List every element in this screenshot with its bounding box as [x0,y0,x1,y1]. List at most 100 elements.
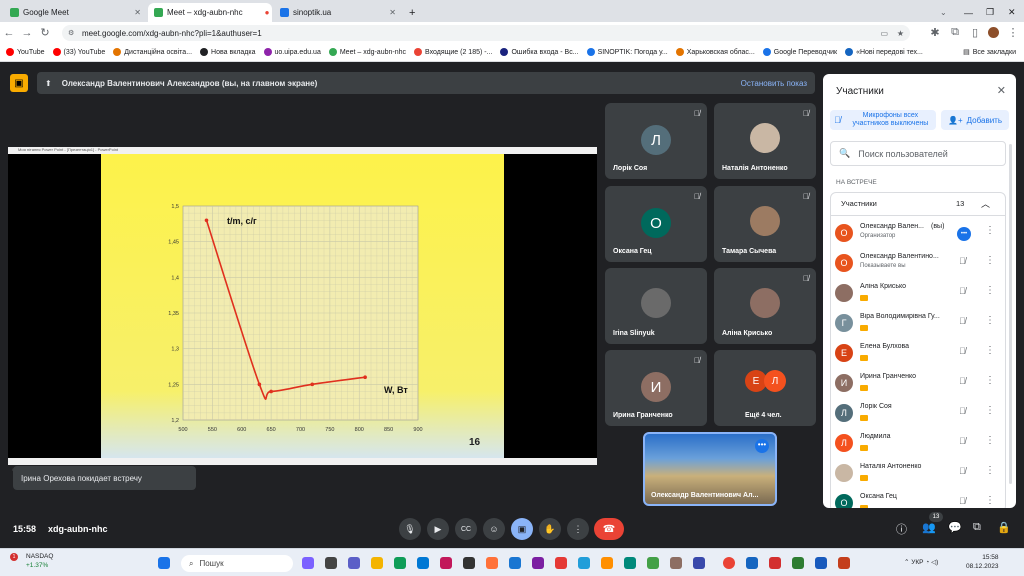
more-options-icon[interactable]: ⋮ [985,435,995,446]
participant-row[interactable]: Г Віра Володимирівна Гу... 🎙̸ ⋮ [831,309,1005,339]
chevron-up-icon[interactable]: ︿ [981,197,990,210]
maximize-button[interactable]: ❐ [980,3,1000,22]
more-options-icon[interactable]: ⋮ [567,518,589,540]
tab-sinoptik[interactable]: sinoptik.ua ✕ [274,3,402,22]
participant-row[interactable]: Е Елена Булхова 🎙̸ ⋮ [831,339,1005,369]
app-icon[interactable] [509,557,521,569]
reload-icon[interactable]: ↻ [36,26,54,39]
more-options-icon[interactable]: ⋮ [985,465,995,476]
sidepanel-icon[interactable]: ▯ [966,26,984,39]
close-icon[interactable]: ✕ [134,8,141,17]
bookmark-item[interactable]: Meet – xdg-aubn-nhc [328,48,406,56]
bookmark-item[interactable]: Дистанційна освіта... [113,48,192,56]
taskbar-search[interactable]: ⌕ Пошук [181,555,293,572]
task-view-icon[interactable] [325,557,337,569]
tab-meet-active[interactable]: Meet – xdg-aubn-nhc●✕ [148,3,272,22]
activities-icon[interactable]: ⧉ [973,521,981,534]
mic-icon[interactable]: 🎙 [399,518,421,540]
app-icon[interactable] [647,557,659,569]
participant-row[interactable]: И Ирина Гранченко 🎙̸ ⋮ [831,369,1005,399]
bookmark-item[interactable]: SINOPTIK: Погода у... [586,48,668,56]
search-input[interactable]: 🔍 Поиск пользователей [830,141,1006,166]
teams-icon[interactable] [348,557,360,569]
app-icon[interactable] [624,557,636,569]
bookmark-item[interactable]: uo.uipa.edu.ua [263,48,321,56]
mic-off-icon[interactable]: 🎙̸ [959,436,966,446]
vlc-icon[interactable] [601,557,613,569]
new-tab-button[interactable]: + [403,3,417,22]
more-options-icon[interactable]: ⋮ [985,495,995,506]
windows-start-icon[interactable] [158,557,170,569]
camera-icon[interactable]: ▶ [427,518,449,540]
tab-search-icon[interactable]: ⌄ [934,3,953,22]
scrollbar[interactable] [1009,144,1012,484]
app-icon[interactable] [792,557,804,569]
participant-row[interactable]: Наталія Антоненко 🎙̸ ⋮ [831,459,1005,489]
app-icon[interactable] [670,557,682,569]
more-options-icon[interactable]: ⋮ [985,345,995,356]
more-options-icon[interactable]: ⋮ [985,225,995,236]
bookmark-item[interactable]: YouTube [6,48,45,56]
more-options-icon[interactable]: ⋮ [985,405,995,416]
close-icon[interactable]: ✕ [997,84,1006,97]
self-view-tile[interactable]: ••• Олександр Валентинович Ал... [643,432,777,506]
puzzle-icon[interactable]: ⧉ [946,26,964,39]
host-controls-icon[interactable]: 🔒 [997,521,1011,534]
mic-off-icon[interactable]: 🎙̸ [959,406,966,416]
participant-tile[interactable]: 🎙̸ Л Лорік Соя [605,103,707,179]
participant-tile[interactable]: Irina Slinyuk [605,268,707,344]
word-icon[interactable] [815,557,827,569]
bookmark-item[interactable]: Ошибка входа - Вс... [500,48,579,56]
add-people-button[interactable]: 👤+ Добавить [941,110,1009,130]
mic-off-icon[interactable]: 🎙̸ [959,376,966,386]
mic-off-icon[interactable]: 🎙̸ [959,286,966,296]
tab-google-meet[interactable]: Google Meet ✕ [4,3,147,22]
explorer-icon[interactable] [371,557,383,569]
bookmark-item[interactable]: Нова вкладка [200,48,256,56]
site-info-icon[interactable]: ⚙ [68,29,74,37]
info-icon[interactable]: ⓘ [896,521,907,537]
window-close-button[interactable]: ✕ [1002,3,1022,22]
app-icon[interactable] [769,557,781,569]
zoom-icon[interactable] [746,557,758,569]
participant-tile[interactable]: 🎙̸ Тамара Сычева [714,186,816,262]
leave-call-button[interactable]: ☎ [594,518,624,540]
copilot-icon[interactable] [302,557,314,569]
raise-hand-icon[interactable]: ✋ [539,518,561,540]
more-participants-tile[interactable]: Е Л Ещё 4 чел. [714,350,816,426]
captions-icon[interactable]: CC [455,518,477,540]
participant-tile[interactable]: 🎙̸ Аліна Крисько [714,268,816,344]
bookmark-item[interactable]: «Нові передові тех... [845,48,923,56]
participant-row[interactable]: Л Людмила 🎙̸ ⋮ [831,429,1005,459]
people-icon[interactable]: 👥 [922,521,936,534]
participant-row[interactable]: О Олександр Вален... (вы) Организатор ••• ⋮ [831,219,1005,249]
chat-icon[interactable]: 💬 [948,521,962,534]
mic-off-icon[interactable]: 🎙̸ [959,346,966,356]
chrome-icon[interactable] [723,557,735,569]
emoji-icon[interactable]: ☺ [483,518,505,540]
url-bar[interactable]: ⚙ meet.google.com/xdg-aubn-nhc?pli=1&auth… [62,25,910,41]
edge-icon[interactable] [394,557,406,569]
camera-icon[interactable]: ▭ [880,29,888,38]
extension-icon[interactable]: ✱ [926,26,944,39]
participant-tile[interactable]: 🎙̸ И Ирина Гранченко [605,350,707,426]
all-bookmarks[interactable]: ▤ Все закладки [963,48,1016,56]
store-icon[interactable] [417,557,429,569]
more-options-icon[interactable]: ⋮ [985,375,995,386]
bookmark-item[interactable]: (33) YouTube [52,48,105,56]
mute-all-button[interactable]: 🎙̸ Микрофоны всех участников выключены [830,110,936,130]
stop-presenting-button[interactable]: Остановить показ [741,79,807,88]
viber-icon[interactable] [532,557,544,569]
minimize-button[interactable]: — [958,3,979,22]
more-options-icon[interactable]: ••• [755,439,769,453]
list-header[interactable]: Участники [841,199,877,208]
participant-tile[interactable]: 🎙̸ Наталія Антоненко [714,103,816,179]
close-icon[interactable]: ✕ [389,8,396,17]
participant-row[interactable]: О Олександр Валентино... Показываете вы 🎙̸ ⋮ [831,249,1005,279]
more-options-icon[interactable]: ⋮ [985,255,995,266]
app-icon[interactable] [555,557,567,569]
star-icon[interactable]: ★ [897,29,904,38]
present-icon[interactable]: ▣ [511,518,533,540]
bookmark-item[interactable]: Входящие (2 185) -... [414,48,492,56]
forward-icon[interactable]: → [18,27,36,39]
